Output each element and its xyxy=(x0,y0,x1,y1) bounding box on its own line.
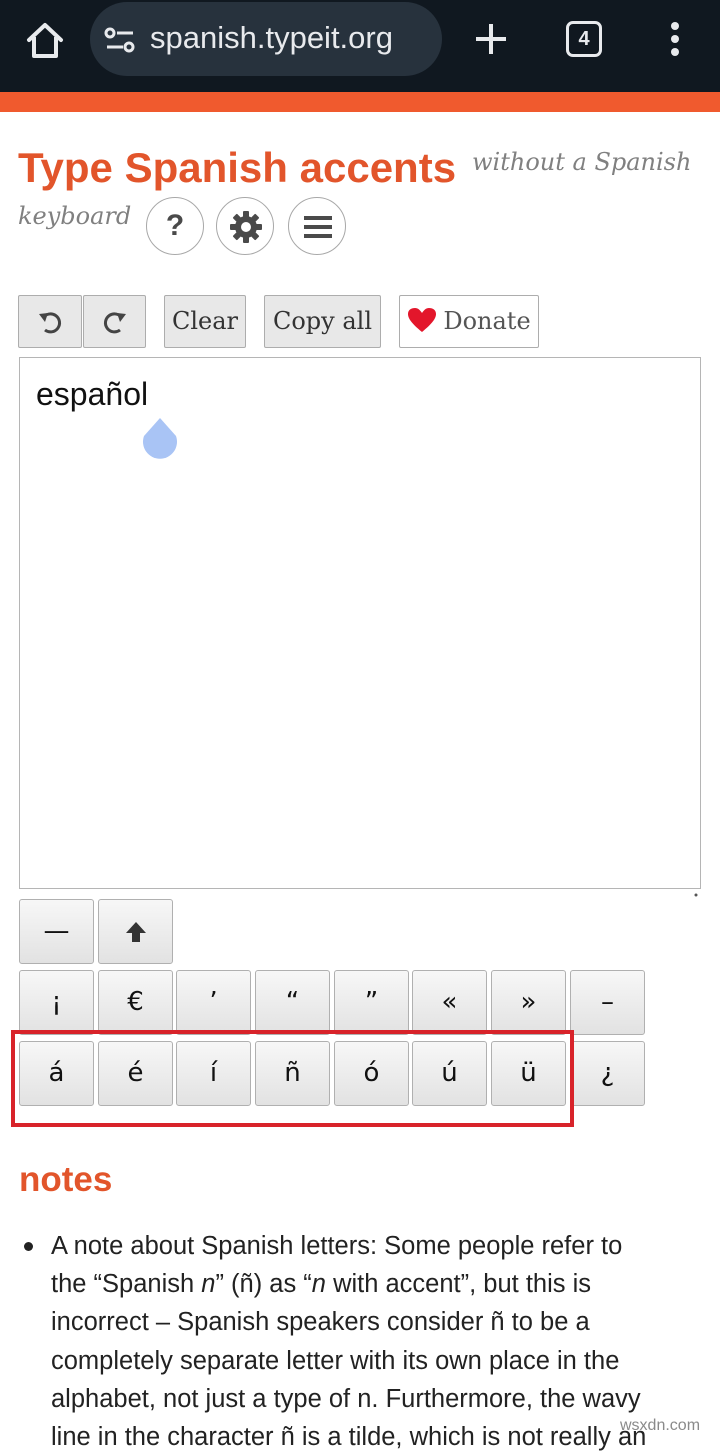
settings-button[interactable] xyxy=(216,197,274,255)
redo-icon xyxy=(103,311,126,333)
tab-switcher-button[interactable]: 4 xyxy=(566,21,602,57)
note-line-5: alphabet, not just a type of n. Furtherm… xyxy=(51,1385,641,1413)
note-text: the “Spanish xyxy=(51,1270,202,1298)
note-text: with accent”, but this is xyxy=(325,1270,592,1298)
browser-toolbar: spanish.typeit.org 4 xyxy=(0,0,720,92)
key-dash[interactable]: — xyxy=(19,899,94,964)
note-line-3: incorrect – Spanish speakers consider ñ … xyxy=(51,1308,590,1336)
undo-button[interactable] xyxy=(18,295,82,348)
menu-button[interactable] xyxy=(288,197,346,255)
gear-icon xyxy=(230,211,262,243)
note-line-6: line in the character ñ is a tilde, whic… xyxy=(51,1423,647,1451)
text-cursor-handle[interactable] xyxy=(140,416,180,460)
key-right-quote[interactable]: ” xyxy=(334,970,409,1035)
editor-text[interactable]: español xyxy=(36,376,148,413)
note-line-1: A note about Spanish letters: Some peopl… xyxy=(51,1232,623,1260)
undo-icon xyxy=(39,311,61,333)
address-bar[interactable]: spanish.typeit.org xyxy=(90,2,442,76)
heart-icon xyxy=(408,308,437,332)
key-inverted-question[interactable]: ¿ xyxy=(570,1041,645,1106)
page-title: Type Spanish accents xyxy=(18,144,457,191)
key-left-guillemet[interactable]: « xyxy=(412,970,487,1035)
donate-button[interactable]: Donate xyxy=(399,295,539,348)
note-line-2: the “Spanish n” (ñ) as “n with accent”, … xyxy=(51,1270,591,1299)
help-button[interactable]: ? xyxy=(146,197,204,255)
key-shift[interactable] xyxy=(98,899,173,964)
key-right-guillemet[interactable]: » xyxy=(491,970,566,1035)
home-icon[interactable] xyxy=(22,18,68,64)
copy-all-button[interactable]: Copy all xyxy=(264,295,381,348)
notes-heading: notes xyxy=(19,1160,113,1199)
clear-button[interactable]: Clear xyxy=(164,295,246,348)
shift-arrow-icon xyxy=(125,921,146,942)
redo-button[interactable] xyxy=(83,295,146,348)
watermark: wsxdn.com xyxy=(620,1417,701,1434)
more-menu-icon[interactable] xyxy=(660,18,690,60)
resize-grip[interactable] xyxy=(694,882,698,897)
key-en-dash[interactable]: – xyxy=(570,970,645,1035)
key-inverted-exclamation[interactable]: ¡ xyxy=(19,970,94,1035)
note-line-4: completely separate letter with its own … xyxy=(51,1347,620,1375)
note-text: ” (ñ) as “ xyxy=(215,1270,312,1298)
key-euro[interactable]: € xyxy=(98,970,173,1035)
donate-label: Donate xyxy=(443,307,531,335)
site-settings-icon[interactable] xyxy=(104,26,136,54)
text-editor[interactable]: español xyxy=(19,357,701,897)
site-header-bar xyxy=(0,92,720,112)
new-tab-icon[interactable] xyxy=(470,18,512,60)
key-apostrophe[interactable]: ’ xyxy=(176,970,251,1035)
highlight-annotation-box xyxy=(11,1030,574,1127)
note-italic-n: n xyxy=(201,1270,216,1298)
note-italic-n: n xyxy=(311,1270,326,1298)
page-subtitle-continued: keyboard xyxy=(18,202,132,230)
key-left-quote[interactable]: “ xyxy=(255,970,330,1035)
page-subtitle: without a Spanish xyxy=(472,148,692,176)
bullet-point xyxy=(24,1242,33,1251)
hamburger-icon xyxy=(304,216,332,238)
url-text[interactable]: spanish.typeit.org xyxy=(150,20,393,56)
help-icon: ? xyxy=(165,209,185,242)
